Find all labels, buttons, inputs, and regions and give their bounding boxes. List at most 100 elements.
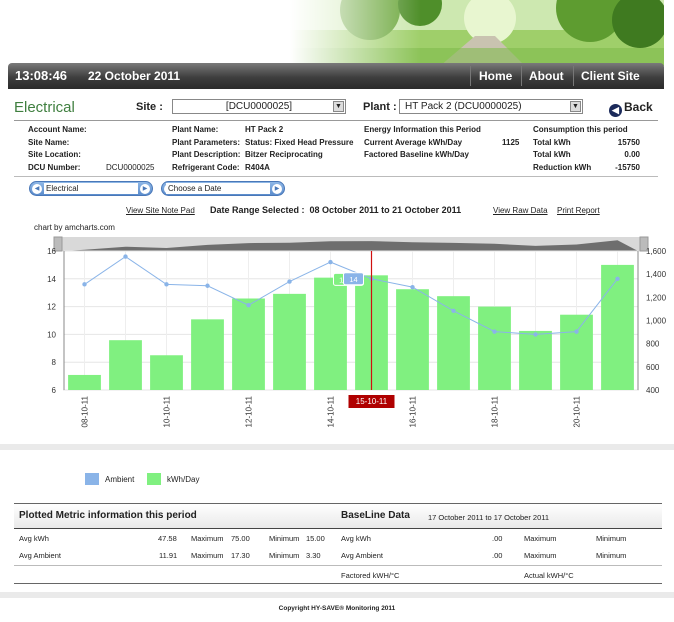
section-title: Electrical bbox=[14, 99, 75, 116]
reduction-kwh-label: Reduction kWh bbox=[533, 162, 592, 172]
site-location-label: Site Location: bbox=[28, 150, 81, 159]
dropdown-arrow-icon: ▼ bbox=[333, 101, 344, 112]
x-axis-tick-label: 08-10-11 bbox=[81, 395, 90, 427]
legend-label-kwh: kWh/Day bbox=[167, 475, 200, 484]
x-axis-tick-label: 20-10-11 bbox=[573, 395, 582, 427]
kwh-bar bbox=[150, 355, 183, 390]
ambient-point bbox=[451, 308, 456, 313]
min-label: Minimum bbox=[269, 534, 300, 543]
nav-home[interactable]: Home bbox=[479, 69, 512, 83]
page: 13:08:46 22 October 2011 Home About Clie… bbox=[0, 0, 674, 622]
next-arrow-icon[interactable]: ▶ bbox=[140, 184, 150, 194]
kwh-bar bbox=[396, 289, 429, 390]
legend-item-ambient[interactable]: Ambient bbox=[85, 473, 134, 485]
plant-parameters-label: Plant Parameters: bbox=[172, 137, 241, 147]
back-button[interactable]: ◀ Back bbox=[609, 100, 653, 117]
kwh-bar bbox=[478, 306, 511, 390]
ambient-point bbox=[205, 283, 210, 288]
next-arrow-icon[interactable]: ▶ bbox=[272, 184, 282, 194]
ambient-point bbox=[492, 329, 497, 334]
kwh-bar bbox=[68, 374, 101, 390]
reduction-kwh-value: -15750 bbox=[615, 162, 640, 172]
current-average-value: 1125 bbox=[502, 137, 520, 147]
min-ambient-value: 3.30 bbox=[306, 551, 321, 560]
left-axis-tick-label: 10 bbox=[47, 330, 56, 339]
dcu-number-label: DCU Number: bbox=[28, 162, 81, 172]
min-label: Minimum bbox=[269, 551, 300, 560]
ambient-point bbox=[533, 332, 538, 337]
back-arrow-icon: ◀ bbox=[609, 104, 622, 117]
nav-separator bbox=[573, 66, 574, 86]
avg-ambient-value: 11.91 bbox=[159, 551, 178, 560]
plant-select[interactable]: HT Pack 2 (DCU0000025) ▼ bbox=[399, 99, 583, 114]
date-range-selected: Date Range Selected : 08 October 2011 to… bbox=[210, 205, 461, 215]
x-axis-tick-label: 14-10-11 bbox=[327, 395, 336, 427]
table-divider bbox=[14, 565, 662, 566]
ambient-point bbox=[574, 329, 579, 334]
nav-client-site[interactable]: Client Site bbox=[581, 69, 640, 83]
site-select[interactable]: [DCU0000025] ▼ bbox=[172, 99, 346, 114]
cursor-date-label: 15-10-11 bbox=[356, 397, 388, 406]
x-axis-tick-label: 12-10-11 bbox=[245, 395, 254, 427]
plant-description-label: Plant Description: bbox=[172, 150, 241, 159]
kwh-bar bbox=[519, 330, 552, 390]
current-date: 22 October 2011 bbox=[88, 69, 181, 83]
baseline-avg-kwh-label: Avg kWh bbox=[341, 534, 371, 543]
baseline-title: BaseLine Data bbox=[341, 510, 410, 521]
avg-kwh-label: Avg kWh bbox=[19, 534, 49, 543]
date-picker[interactable]: ◀ Choose a Date ▶ bbox=[161, 181, 285, 196]
max-label: Maximum bbox=[524, 551, 557, 560]
line-balloon-label: 14 bbox=[349, 275, 357, 284]
ambient-point bbox=[410, 284, 415, 290]
right-axis-tick-label: 400 bbox=[646, 386, 660, 395]
clock: 13:08:46 bbox=[15, 68, 68, 83]
kwh-bar bbox=[560, 314, 593, 390]
max-label: Maximum bbox=[524, 534, 557, 543]
ambient-point bbox=[615, 276, 620, 281]
energy-info-title: Energy Information this Period bbox=[364, 125, 481, 134]
nav-separator bbox=[470, 66, 471, 86]
chart: 6 8 10 12 14 16 400 600 800 1,000 1,200 1,400 1,600 0… bbox=[47, 236, 667, 427]
max-label: Maximum bbox=[191, 551, 224, 560]
left-axis-tick-label: 6 bbox=[52, 386, 57, 395]
date-range-value: 08 October 2011 to 21 October 2011 bbox=[309, 205, 462, 215]
view-site-note-pad-link[interactable]: View Site Note Pad bbox=[126, 206, 195, 215]
right-axis-tick-label: 800 bbox=[646, 340, 660, 349]
nav-about[interactable]: About bbox=[529, 69, 564, 83]
date-picker-value: Choose a Date bbox=[166, 183, 270, 194]
plant-label: Plant : bbox=[363, 101, 397, 113]
divider bbox=[14, 120, 658, 121]
total-kwh-label: Total kWh bbox=[533, 137, 571, 147]
account-info: Account Name: Site Name: Site Location: … bbox=[28, 124, 154, 174]
right-axis-tick-label: 1,600 bbox=[646, 247, 667, 256]
min-kwh-value: 15.00 bbox=[306, 534, 325, 543]
right-axis-tick-label: 1,000 bbox=[646, 317, 667, 326]
print-report-link[interactable]: Print Report bbox=[557, 206, 600, 215]
ambient-point bbox=[164, 282, 169, 287]
right-axis-tick-label: 600 bbox=[646, 363, 660, 372]
factored-label: Factored kWH/°C bbox=[341, 571, 400, 580]
legend-item-kwh[interactable]: kWh/Day bbox=[147, 473, 199, 485]
x-axis-tick-label: 16-10-11 bbox=[409, 395, 418, 427]
plant-description-value: Bitzer Reciprocating bbox=[245, 150, 323, 159]
divider bbox=[14, 176, 658, 177]
date-range-label: Date Range Selected : bbox=[210, 205, 305, 215]
baseline-avg-ambient-label: Avg Ambient bbox=[341, 551, 383, 560]
total-kwh-baseline-value: 0.00 bbox=[624, 150, 640, 159]
view-raw-data-link[interactable]: View Raw Data bbox=[493, 206, 548, 215]
legend-label-ambient: Ambient bbox=[105, 475, 135, 484]
ambient-point bbox=[82, 282, 87, 287]
baseline-range: 17 October 2011 to 17 October 2011 bbox=[428, 513, 550, 522]
min-label: Minimum bbox=[596, 534, 627, 543]
prev-arrow-icon[interactable]: ◀ bbox=[32, 184, 42, 194]
separator-strip bbox=[0, 444, 674, 450]
kwh-bar bbox=[109, 340, 142, 390]
legend-swatch-kwh bbox=[147, 473, 161, 485]
avg-kwh-value: 47.58 bbox=[158, 534, 177, 543]
kwh-bar bbox=[601, 264, 634, 390]
landscape-banner-image bbox=[290, 0, 664, 66]
metric-picker[interactable]: ◀ Electrical ▶ bbox=[29, 181, 153, 196]
right-axis-tick-label: 1,200 bbox=[646, 293, 667, 302]
plant-parameters-value: Status: Fixed Head Pressure bbox=[245, 137, 354, 147]
ambient-point bbox=[123, 254, 128, 259]
